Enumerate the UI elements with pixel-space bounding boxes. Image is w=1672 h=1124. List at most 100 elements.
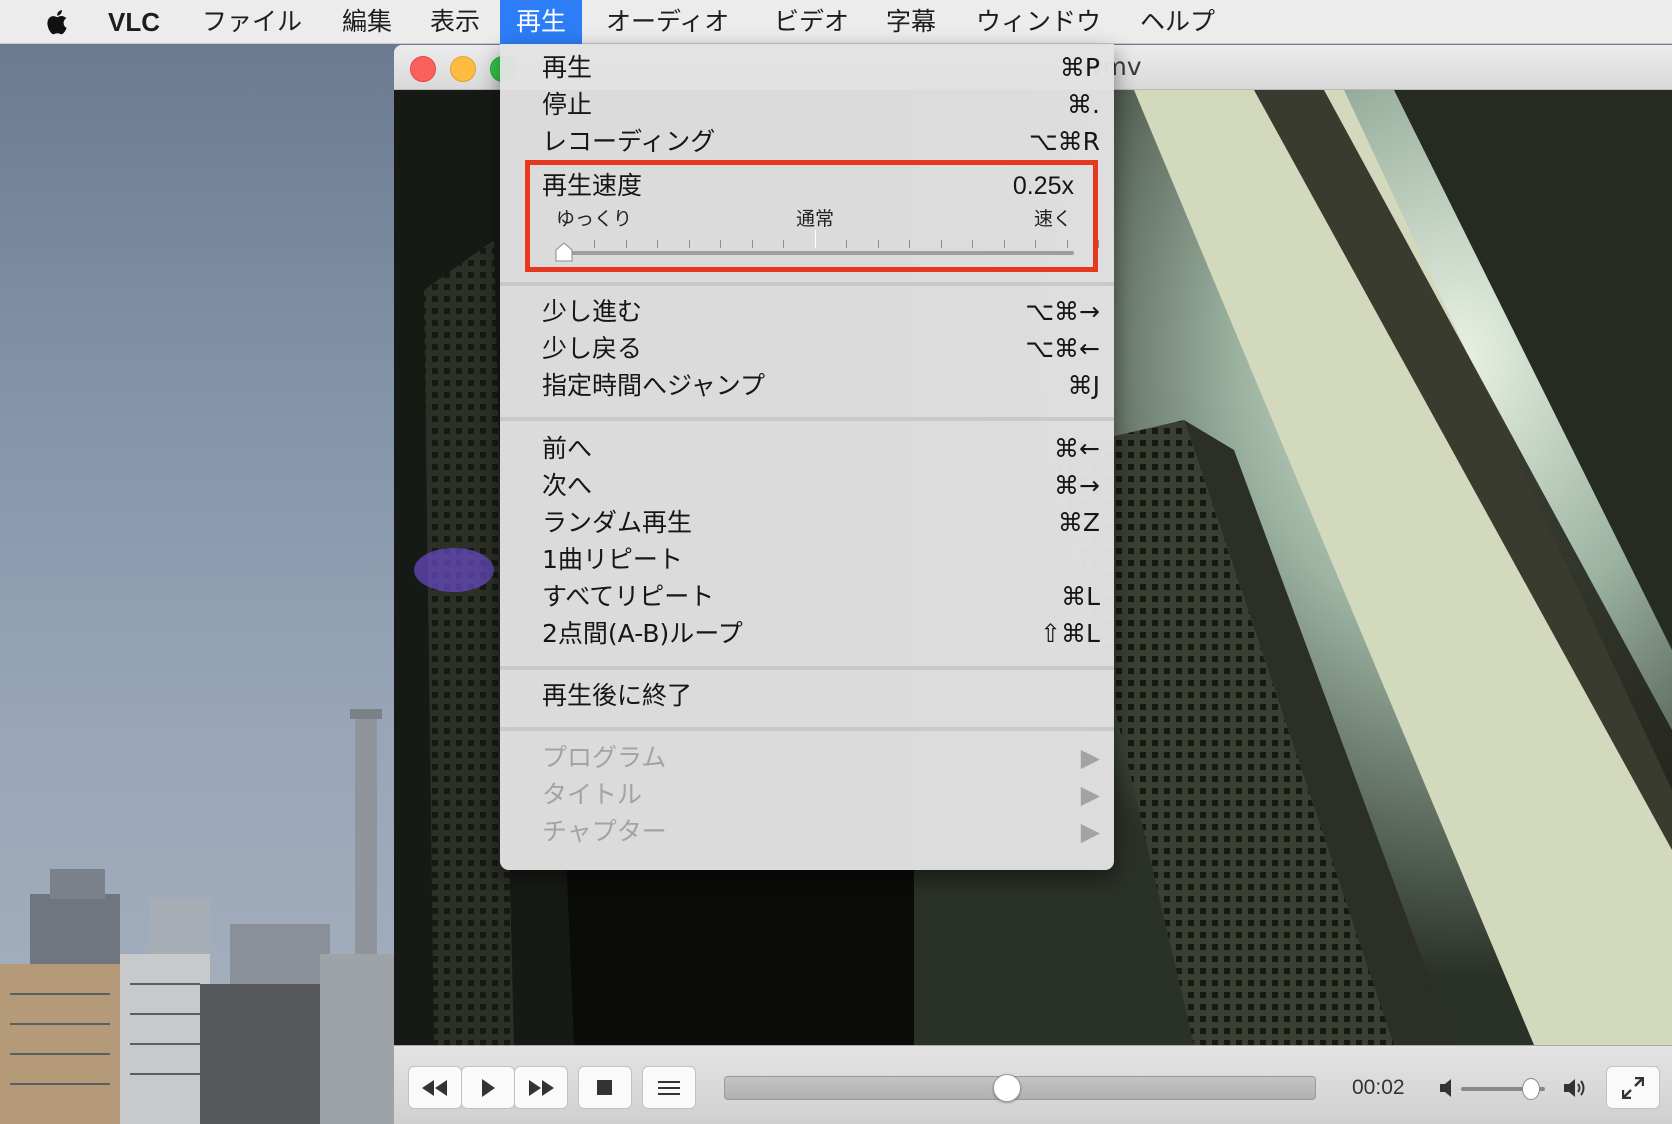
menu-item-next[interactable]: 次へ ⌘→: [500, 468, 1114, 504]
speed-slider-tick: [1035, 240, 1036, 248]
menu-item-label: 1曲リピート: [542, 545, 683, 574]
speed-slider-tick: [1003, 240, 1005, 248]
fast-forward-icon: [529, 1079, 554, 1096]
player-control-bar: 00:02: [394, 1045, 1672, 1124]
menu-separator: [500, 282, 1114, 286]
speed-slider-tick: [751, 240, 753, 248]
speed-slider-tick: [909, 240, 910, 248]
menu-app-vlc[interactable]: VLC: [108, 0, 160, 44]
speed-fast-label: 速く: [1034, 208, 1073, 230]
submenu-arrow-icon: ▶: [1080, 817, 1100, 846]
speed-slider-tick: [846, 240, 847, 248]
speed-slow-label: ゆっくり: [556, 208, 633, 230]
stop-icon: [597, 1079, 612, 1095]
menu-item-stop[interactable]: 停止 ⌘.: [500, 87, 1114, 123]
menu-item-shortcut: ⌘→: [1054, 471, 1100, 500]
menu-item-chapter: チャプター ▶: [500, 814, 1114, 850]
rewind-button[interactable]: [408, 1066, 462, 1109]
menu-item-label: 少し戻る: [542, 334, 643, 363]
playback-speed-slider[interactable]: [562, 251, 1074, 255]
menu-file[interactable]: ファイル: [202, 0, 302, 44]
minimize-button[interactable]: [450, 56, 476, 82]
speed-normal-label: 通常: [796, 208, 835, 230]
playback-dropdown-menu: 再生 ⌘P 停止 ⌘. レコーディング ⌥⌘R 再生速度 0.25x ゆっくり …: [500, 44, 1114, 870]
menu-item-step-forward[interactable]: 少し進む ⌥⌘→: [500, 294, 1114, 330]
speed-slider-tick: [814, 230, 816, 248]
menu-item-shortcut: ⌥⌘R: [1028, 127, 1100, 156]
menu-item-repeat-all[interactable]: すべてリピート ⌘L: [500, 579, 1114, 615]
playlist-icon: [658, 1080, 680, 1095]
menu-item-label: 前へ: [542, 434, 593, 463]
menu-item-label: 再生: [542, 53, 593, 82]
playback-speed-label: 再生速度: [542, 171, 643, 200]
play-icon: [482, 1078, 495, 1097]
playlist-button[interactable]: [642, 1066, 696, 1109]
fullscreen-icon: [1622, 1076, 1644, 1099]
playback-speed-slider-knob[interactable]: [555, 242, 573, 262]
menu-item-label: 次へ: [542, 471, 593, 500]
menu-edit[interactable]: 編集: [342, 0, 392, 44]
speed-slider-tick: [657, 240, 658, 248]
city-skyline-wallpaper: [0, 709, 400, 1124]
menu-subtitles[interactable]: 字幕: [886, 0, 936, 44]
menu-separator: [500, 417, 1114, 421]
menu-item-shortcut: ⇧⌘L: [1040, 619, 1100, 648]
play-button[interactable]: [461, 1066, 515, 1109]
menu-bar: VLC ファイル 編集 表示 再生 オーディオ ビデオ 字幕 ウィンドウ ヘルプ: [0, 0, 1672, 44]
seek-slider-knob[interactable]: [992, 1074, 1021, 1102]
speed-slider-tick: [940, 240, 942, 248]
menu-item-label: すべてリピート: [542, 582, 715, 611]
menu-item-shortcut: ⌥⌘→: [1025, 297, 1100, 326]
menu-item-previous[interactable]: 前へ ⌘←: [500, 431, 1114, 467]
menu-item-label: ランダム再生: [542, 508, 693, 537]
menu-item-label: チャプター: [542, 817, 667, 846]
volume-mute-icon[interactable]: [1440, 1077, 1456, 1099]
rewind-icon: [422, 1079, 447, 1096]
seek-slider[interactable]: [724, 1074, 1316, 1102]
menu-audio[interactable]: オーディオ: [606, 0, 729, 44]
menu-item-step-backward[interactable]: 少し戻る ⌥⌘←: [500, 331, 1114, 367]
speed-slider-tick: [1098, 240, 1099, 248]
close-button[interactable]: [410, 56, 436, 82]
elapsed-time: 00:02: [1352, 1076, 1405, 1099]
speed-slider-tick: [1066, 240, 1068, 248]
submenu-arrow-icon: ▶: [1080, 743, 1100, 772]
menu-window[interactable]: ウィンドウ: [976, 0, 1101, 44]
menu-item-label: 停止: [542, 90, 593, 119]
menu-separator: [500, 727, 1114, 731]
menu-item-recording[interactable]: レコーディング ⌥⌘R: [500, 124, 1114, 160]
menu-item-play[interactable]: 再生 ⌘P: [500, 50, 1114, 86]
menu-item-shortcut: ⌘.: [1067, 90, 1100, 119]
volume-slider-knob[interactable]: [1521, 1078, 1540, 1100]
menu-item-quit-after-playback[interactable]: 再生後に終了: [500, 678, 1114, 714]
speed-slider-tick: [877, 240, 879, 248]
fast-forward-button[interactable]: [514, 1066, 568, 1109]
menu-item-program: プログラム ▶: [500, 740, 1114, 776]
playback-speed-value: 0.25x: [1012, 172, 1074, 200]
speed-slider-tick: [972, 240, 973, 248]
menu-video[interactable]: ビデオ: [774, 0, 849, 44]
menu-item-random[interactable]: ランダム再生 ⌘Z: [500, 505, 1114, 541]
speed-slider-tick: [688, 240, 690, 248]
menu-item-label: タイトル: [542, 780, 643, 809]
speed-slider-tick: [783, 240, 784, 248]
submenu-arrow-icon: ▶: [1080, 780, 1100, 809]
menu-playback[interactable]: 再生: [500, 0, 583, 44]
menu-item-label: 少し進む: [542, 297, 643, 326]
menu-help[interactable]: ヘルプ: [1140, 0, 1215, 44]
fullscreen-button[interactable]: [1606, 1066, 1660, 1109]
stop-button[interactable]: [578, 1066, 632, 1109]
menu-item-label: 指定時間へジャンプ: [542, 371, 766, 400]
speed-slider-tick: [625, 240, 627, 248]
volume-max-icon[interactable]: [1564, 1077, 1590, 1099]
apple-logo-icon[interactable]: [42, 8, 70, 36]
speed-slider-tick: [720, 240, 721, 248]
menu-item-ab-loop[interactable]: 2点間(A-B)ループ ⇧⌘L: [500, 616, 1114, 652]
speed-slider-tick: [594, 240, 595, 248]
menu-item-repeat-one[interactable]: 1曲リピート: [500, 542, 1114, 578]
menu-item-label: プログラム: [542, 743, 667, 772]
menu-item-jump-to-time[interactable]: 指定時間へジャンプ ⌘J: [500, 368, 1114, 404]
menu-item-shortcut: ⌘J: [1067, 371, 1100, 400]
menu-item-shortcut: ⌘Z: [1057, 508, 1100, 537]
menu-view[interactable]: 表示: [430, 0, 480, 44]
